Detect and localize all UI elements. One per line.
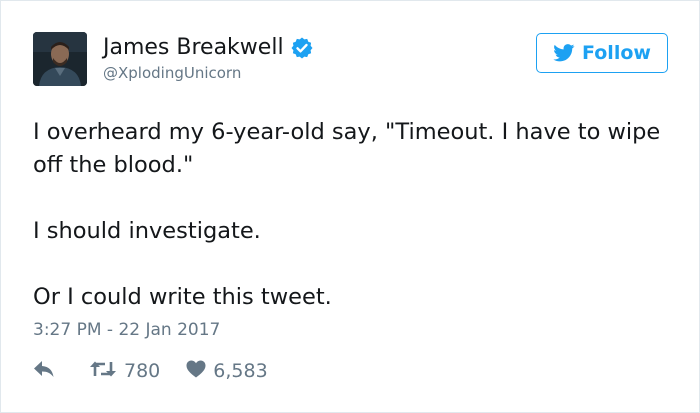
tweet-paragraph: I overheard my 6-year-old say, "Timeout.… [33, 119, 661, 178]
tweet-text: I overheard my 6-year-old say, "Timeout.… [33, 116, 673, 314]
like-button[interactable]: 6,583 [186, 357, 268, 385]
retweet-icon [89, 360, 117, 382]
avatar-photo [33, 32, 87, 86]
like-count: 6,583 [213, 360, 268, 382]
author-handle[interactable]: @XplodingUnicorn [103, 63, 241, 83]
tweet-paragraph: Or I could write this tweet. [33, 284, 332, 310]
retweet-button[interactable]: 780 [89, 357, 160, 385]
tweet-timestamp[interactable]: 3:27 PM - 22 Jan 2017 [33, 318, 220, 342]
author-display-name[interactable]: James Breakwell [103, 34, 284, 62]
reply-icon [33, 360, 55, 382]
retweet-count: 780 [124, 360, 161, 382]
reply-button[interactable] [33, 360, 55, 382]
avatar[interactable] [33, 32, 87, 86]
tweet-actions: 780 6,583 [33, 357, 268, 385]
follow-button-label: Follow [582, 42, 651, 64]
tweet-paragraph: I should investigate. [33, 218, 261, 244]
author-name-row: James Breakwell [103, 34, 314, 62]
tweet-card: James Breakwell @XplodingUnicorn Follow … [0, 0, 700, 413]
twitter-bird-icon [553, 44, 575, 62]
heart-icon [186, 360, 206, 382]
verified-badge-icon [290, 36, 314, 60]
follow-button[interactable]: Follow [536, 33, 668, 73]
